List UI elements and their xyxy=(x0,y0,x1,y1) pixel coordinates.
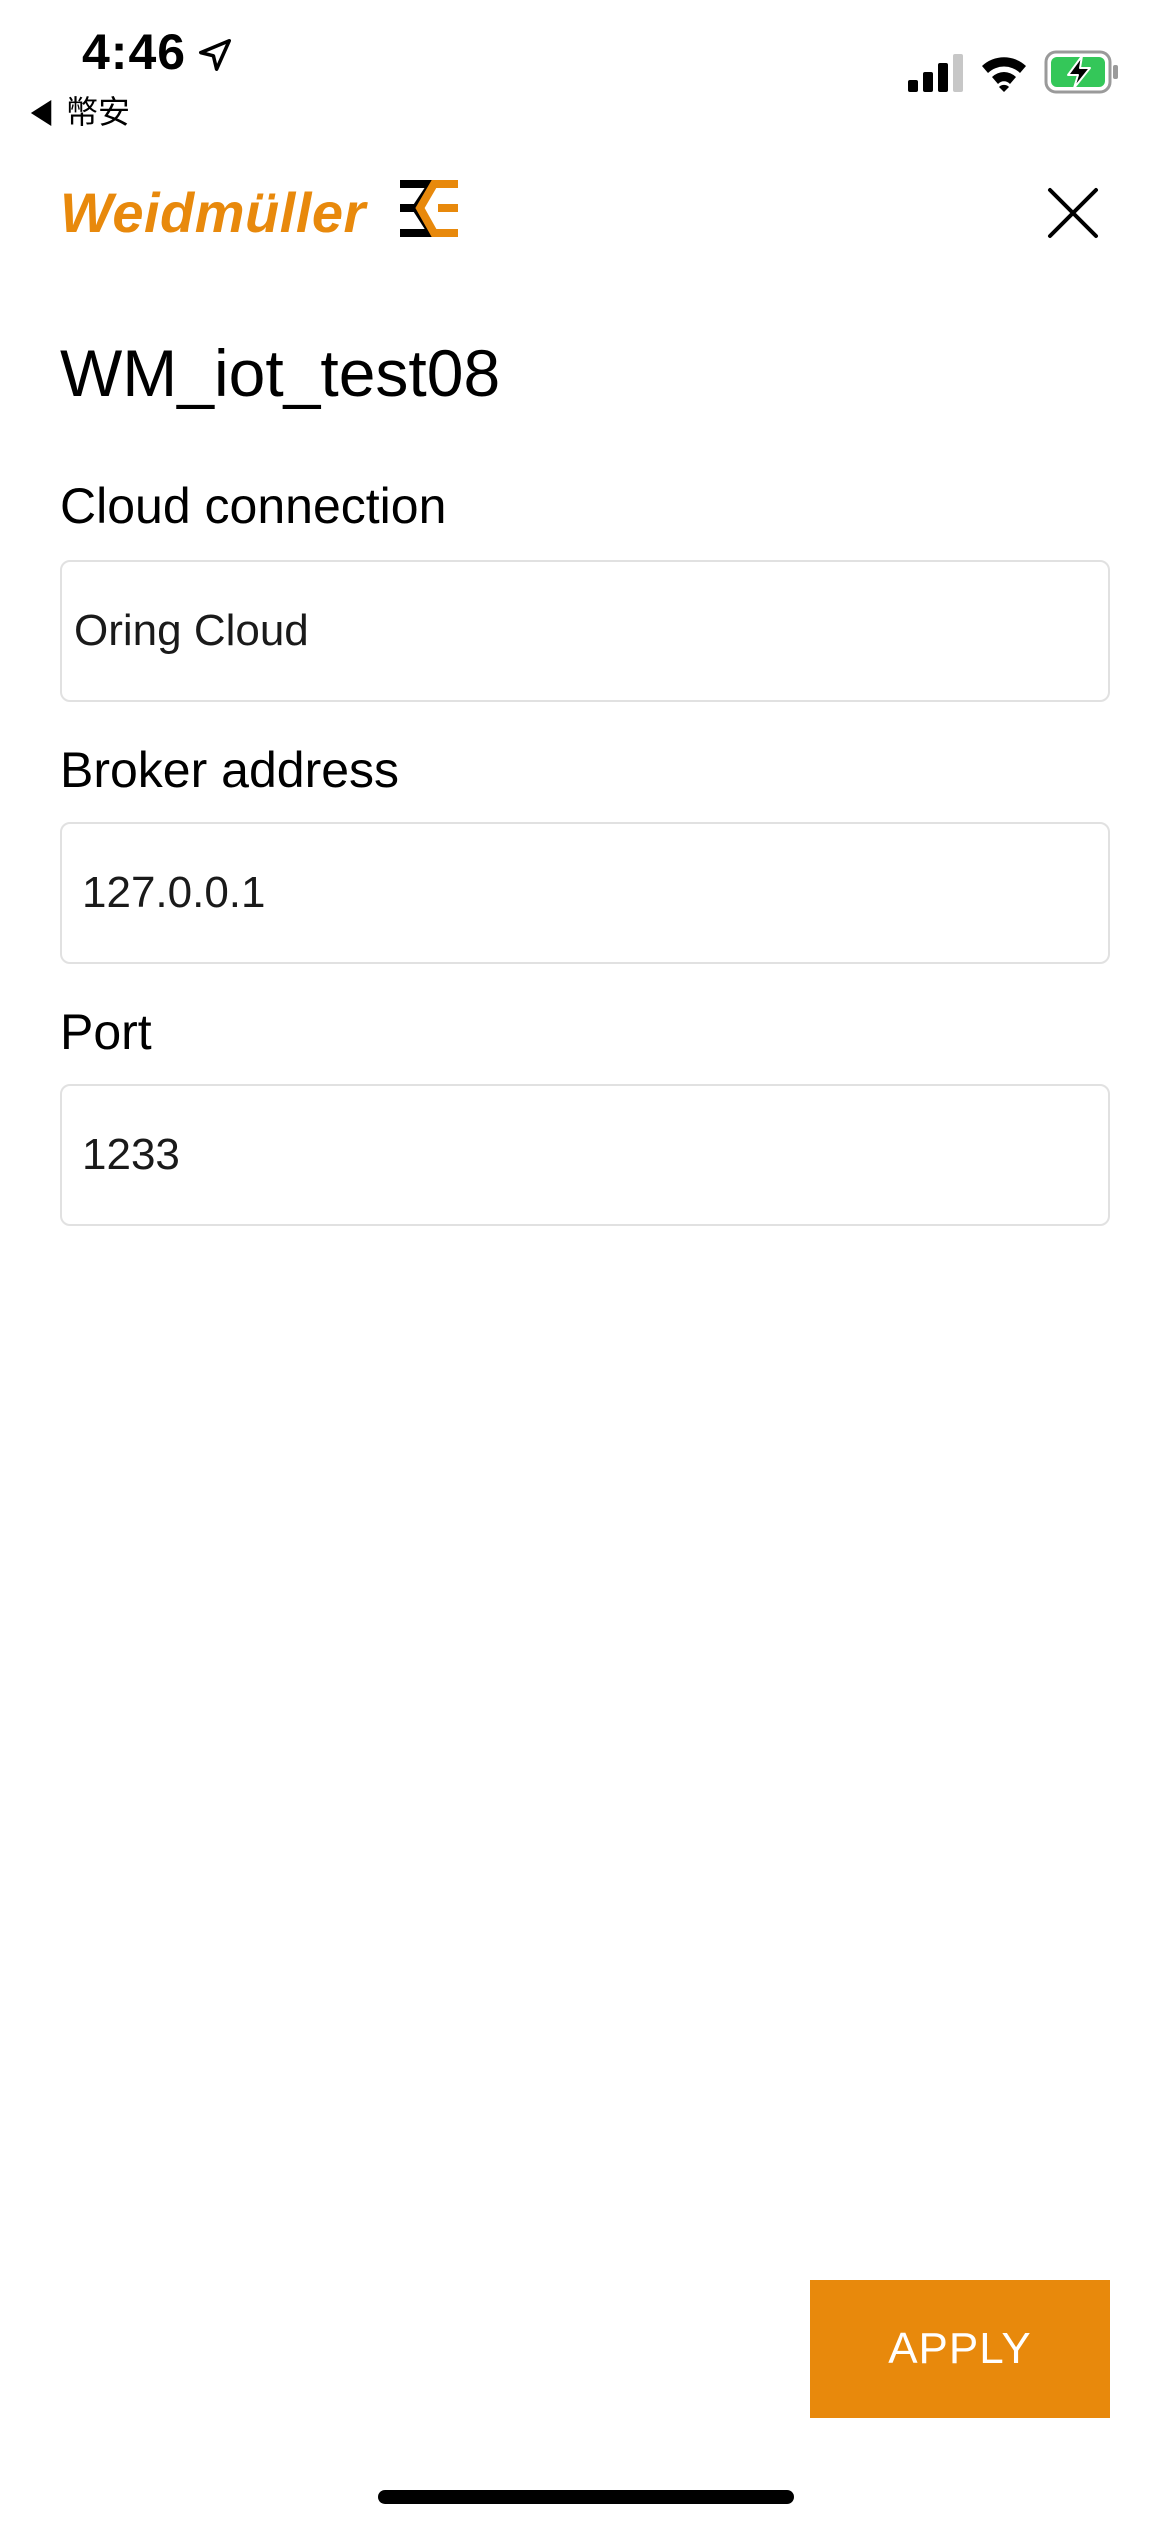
port-input[interactable] xyxy=(62,1086,1108,1224)
cloud-connection-field[interactable] xyxy=(60,560,1110,702)
broker-address-label: Broker address xyxy=(60,742,400,798)
broker-address-field[interactable] xyxy=(60,822,1110,964)
battery-charging-icon xyxy=(1044,50,1118,94)
cloud-connection-label: Cloud connection xyxy=(60,478,447,534)
port-field[interactable] xyxy=(60,1084,1110,1226)
cloud-connection-input[interactable] xyxy=(62,562,1108,700)
location-arrow-icon xyxy=(199,39,231,71)
close-icon[interactable] xyxy=(1040,180,1106,246)
weidmuller-logo-text: Weidmüller xyxy=(60,181,366,244)
apply-button[interactable]: APPLY xyxy=(810,2280,1110,2418)
page-title: WM_iot_test08 xyxy=(60,336,501,410)
wifi-icon xyxy=(982,57,1026,92)
cellular-signal-icon xyxy=(908,54,963,92)
back-to-app-link[interactable]: 幣安 xyxy=(66,90,130,134)
back-arrow-icon[interactable] xyxy=(30,100,54,126)
weidmuller-logo-symbol-icon xyxy=(400,180,458,237)
home-indicator[interactable] xyxy=(378,2490,794,2504)
broker-address-input[interactable] xyxy=(62,824,1108,962)
status-time: 4:46 xyxy=(82,24,187,80)
port-label: Port xyxy=(60,1004,152,1060)
